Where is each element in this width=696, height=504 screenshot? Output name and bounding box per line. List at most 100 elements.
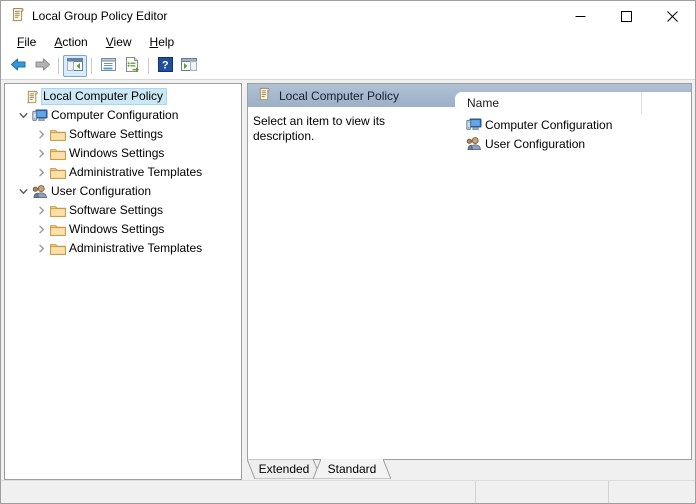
- status-pane-secondary: [475, 481, 608, 503]
- tree-twisty-none: [7, 87, 23, 106]
- svg-text:?: ?: [161, 60, 168, 72]
- console-tree-pane[interactable]: Local Computer Policy Computer Configura…: [4, 83, 242, 480]
- tab-extended-label: Extended: [258, 462, 310, 476]
- details-view-tabs: Extended Standard: [246, 458, 692, 480]
- tree-item-user-administrative-templates[interactable]: Administrative Templates: [5, 239, 241, 258]
- menu-view-accesskey: V: [105, 34, 114, 49]
- folder-icon: [49, 144, 67, 163]
- tab-standard[interactable]: Standard: [312, 458, 392, 480]
- tree-twisty-collapsed[interactable]: [33, 144, 49, 163]
- forward-button[interactable]: [30, 55, 54, 77]
- tab-extended[interactable]: Extended: [246, 458, 322, 480]
- results-list: Computer Configuration User Configuratio…: [464, 114, 691, 153]
- toolbar: ?: [1, 53, 695, 80]
- list-item-label: Computer Configuration: [485, 117, 613, 132]
- status-pane-main: [1, 481, 475, 503]
- policy-scroll-icon: [257, 87, 271, 104]
- tree-item-computer-configuration[interactable]: Computer Configuration: [5, 106, 241, 125]
- show-hide-tree-button[interactable]: [63, 55, 87, 77]
- status-pane-tertiary: [608, 481, 695, 503]
- tree-twisty-collapsed[interactable]: [33, 125, 49, 144]
- user-icon: [464, 134, 484, 153]
- list-column-header: Name: [464, 92, 691, 114]
- tree-twisty-collapsed[interactable]: [33, 163, 49, 182]
- tree-item-label: Windows Settings: [69, 222, 165, 236]
- details-header-title: Local Computer Policy: [248, 87, 399, 104]
- close-button[interactable]: [649, 1, 695, 31]
- folder-icon: [49, 163, 67, 182]
- title-bar-left: Local Group Policy Editor: [1, 7, 557, 25]
- user-icon: [31, 182, 49, 201]
- folder-icon: [49, 125, 67, 144]
- toolbar-separator-2: [91, 58, 92, 74]
- column-header-name[interactable]: Name: [464, 92, 642, 114]
- tree-item-label: Software Settings: [69, 127, 164, 141]
- maximize-button[interactable]: [603, 1, 649, 31]
- folder-icon: [49, 220, 67, 239]
- list-item-computer-configuration[interactable]: Computer Configuration: [464, 115, 691, 134]
- tree-item-user-windows-settings[interactable]: Windows Settings: [5, 220, 241, 239]
- content-area: Local Computer Policy Computer Configura…: [1, 80, 695, 480]
- menu-view[interactable]: View: [97, 33, 141, 52]
- tab-standard-label: Standard: [327, 462, 377, 476]
- list-item-label: User Configuration: [485, 136, 586, 151]
- tree-item-user-software-settings[interactable]: Software Settings: [5, 201, 241, 220]
- tree-item-label: Local Computer Policy: [41, 88, 168, 105]
- tree-item-user-configuration[interactable]: User Configuration: [5, 182, 241, 201]
- menu-help[interactable]: Help: [141, 33, 184, 52]
- properties-button[interactable]: [96, 55, 120, 77]
- results-list-panel[interactable]: Name Computer Configuration User Configu…: [455, 92, 691, 459]
- menu-action-rest: ction: [62, 34, 88, 49]
- policy-scroll-icon: [23, 87, 41, 106]
- tree-item-label: Windows Settings: [69, 146, 165, 160]
- tree-twisty-expanded[interactable]: [15, 182, 31, 201]
- folder-icon: [49, 201, 67, 220]
- show-hide-action-pane-button[interactable]: [177, 55, 201, 77]
- tree-twisty-expanded[interactable]: [15, 106, 31, 125]
- details-header-label: Local Computer Policy: [279, 88, 400, 103]
- description-text: Select an item to view its description.: [253, 114, 386, 143]
- tree-twisty-collapsed[interactable]: [33, 239, 49, 258]
- toolbar-separator-3: [148, 58, 149, 74]
- details-frame: Local Computer Policy Select an item to …: [247, 83, 692, 459]
- toolbar-separator-1: [58, 58, 59, 74]
- menu-file[interactable]: File: [8, 33, 45, 52]
- console-tree: Local Computer Policy Computer Configura…: [5, 84, 241, 258]
- menu-bar: File Action View Help: [1, 31, 695, 53]
- list-item-user-configuration[interactable]: User Configuration: [464, 134, 691, 153]
- tree-item-label: Administrative Templates: [69, 241, 203, 255]
- computer-icon: [464, 115, 484, 134]
- menu-help-rest: elp: [158, 34, 175, 49]
- tree-item-label: Computer Configuration: [51, 108, 179, 122]
- window-controls: [557, 1, 695, 31]
- title-bar: Local Group Policy Editor: [1, 1, 695, 31]
- menu-action[interactable]: Action: [45, 33, 96, 52]
- window-title: Local Group Policy Editor: [32, 9, 168, 23]
- properties-icon: [100, 57, 116, 75]
- tree-item-computer-windows-settings[interactable]: Windows Settings: [5, 144, 241, 163]
- status-bar: [1, 480, 695, 503]
- action-pane-icon: [181, 57, 197, 75]
- folder-icon: [49, 239, 67, 258]
- local-group-policy-editor-window: Local Group Policy Editor File Action Vi…: [0, 0, 696, 504]
- back-button[interactable]: [6, 55, 30, 77]
- back-arrow-icon: [10, 57, 27, 75]
- show-console-tree-icon: [67, 57, 83, 75]
- details-pane: Local Computer Policy Select an item to …: [246, 83, 692, 480]
- tree-item-computer-administrative-templates[interactable]: Administrative Templates: [5, 163, 241, 182]
- tree-item-local-computer-policy[interactable]: Local Computer Policy: [5, 87, 241, 106]
- tree-item-label: Software Settings: [69, 203, 164, 217]
- tree-twisty-collapsed[interactable]: [33, 220, 49, 239]
- minimize-button[interactable]: [557, 1, 603, 31]
- tree-item-label: User Configuration: [51, 184, 152, 198]
- export-list-button[interactable]: [120, 55, 144, 77]
- menu-help-accesskey: H: [149, 34, 159, 49]
- tree-twisty-collapsed[interactable]: [33, 201, 49, 220]
- export-list-icon: [125, 57, 140, 75]
- menu-view-rest: iew: [113, 34, 132, 49]
- forward-arrow-icon: [34, 57, 51, 75]
- policy-scroll-icon: [10, 7, 25, 25]
- computer-icon: [31, 106, 49, 125]
- help-button[interactable]: ?: [153, 55, 177, 77]
- tree-item-computer-software-settings[interactable]: Software Settings: [5, 125, 241, 144]
